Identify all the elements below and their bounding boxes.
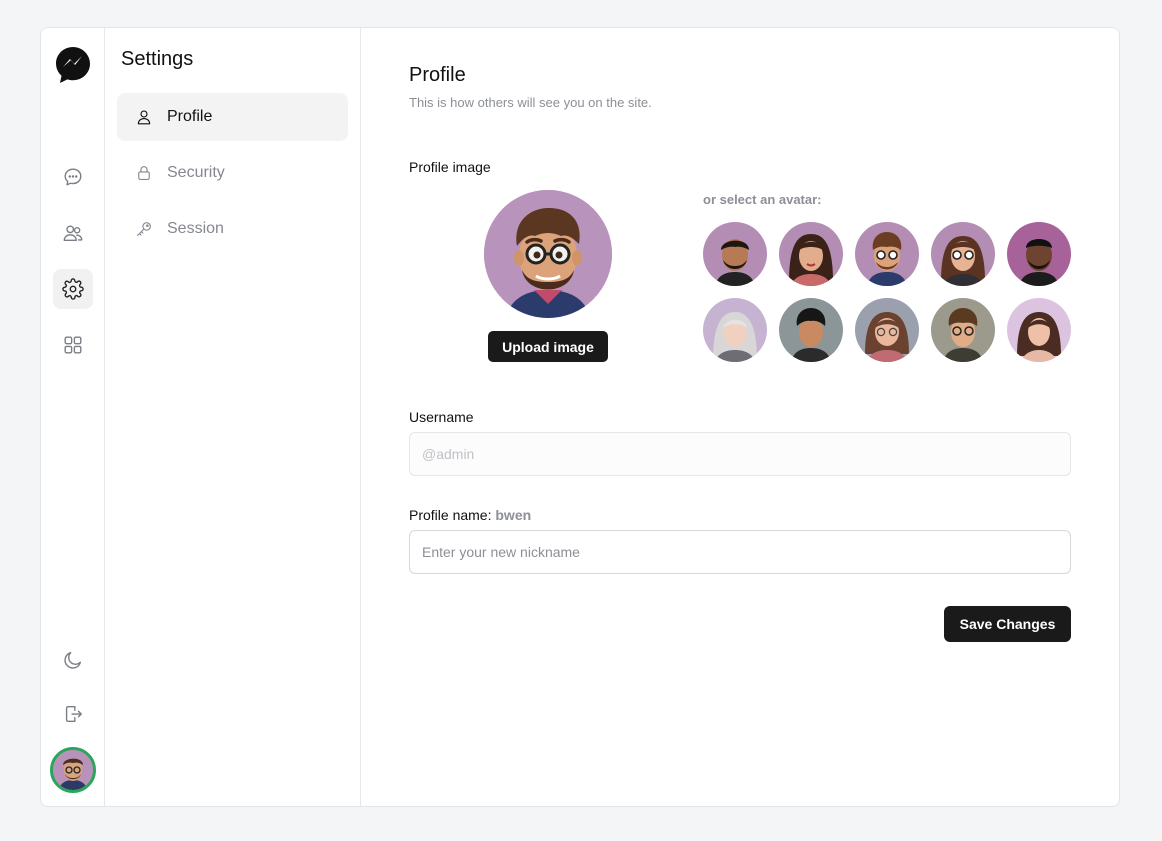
avatar-option-10[interactable] [1007, 298, 1071, 362]
rail-apps-button[interactable] [53, 325, 93, 365]
logo-icon[interactable] [55, 46, 91, 84]
avatar-options [703, 222, 1071, 362]
profile-image-preview [484, 190, 612, 318]
rail-chat-button[interactable] [53, 157, 93, 197]
avatar-option-2[interactable] [779, 222, 843, 286]
nickname-input[interactable] [409, 530, 1071, 574]
avatar-option-9[interactable] [931, 298, 995, 362]
current-profile-name: bwen [495, 507, 532, 523]
username-label: Username [409, 409, 474, 425]
page-title: Profile [409, 64, 466, 86]
page-subtitle: This is how others will see you on the s… [409, 95, 652, 110]
avatar-option-5[interactable] [1007, 222, 1071, 286]
nav-item-label: Session [167, 220, 224, 237]
profile-name-label-text: Profile name: [409, 507, 492, 523]
gear-icon [62, 278, 84, 300]
app-window: Settings Profile Security Session Profil… [40, 27, 1120, 807]
avatar-option-1[interactable] [703, 222, 767, 286]
avatar-option-4[interactable] [931, 222, 995, 286]
avatar-option-6[interactable] [703, 298, 767, 362]
lock-icon [138, 166, 150, 180]
moon-icon [64, 651, 82, 669]
avatar-option-7[interactable] [779, 298, 843, 362]
theme-toggle-button[interactable] [53, 640, 93, 680]
nav-item-session[interactable]: Session [117, 205, 348, 253]
username-input[interactable] [409, 432, 1071, 476]
nav-item-label: Security [167, 164, 225, 181]
apps-grid-icon [64, 336, 82, 354]
settings-sidebar: Settings Profile Security Session [105, 28, 361, 806]
profile-name-label: Profile name: bwen [409, 507, 531, 523]
avatar-option-3[interactable] [855, 222, 919, 286]
users-icon [63, 225, 83, 242]
user-icon [137, 110, 151, 125]
nav-item-profile[interactable]: Profile [117, 93, 348, 141]
upload-image-button[interactable]: Upload image [488, 331, 608, 362]
nav-item-security[interactable]: Security [117, 149, 348, 197]
profile-panel: Profile This is how others will see you … [361, 28, 1119, 806]
icon-rail [41, 28, 105, 806]
avatar-select-hint: or select an avatar: [703, 192, 822, 207]
avatar-illustration [484, 190, 612, 318]
nav-item-label: Profile [167, 108, 213, 125]
chat-icon [64, 168, 82, 186]
key-icon [137, 222, 151, 236]
avatar-option-8[interactable] [855, 298, 919, 362]
avatar-illustration [53, 750, 93, 790]
settings-title: Settings [121, 48, 194, 70]
save-changes-button[interactable]: Save Changes [944, 606, 1071, 642]
logout-button[interactable] [53, 694, 93, 734]
profile-image-label: Profile image [409, 159, 491, 175]
rail-users-button[interactable] [53, 213, 93, 253]
logout-icon [65, 705, 82, 723]
rail-settings-button[interactable] [53, 269, 93, 309]
current-user-avatar[interactable] [50, 747, 96, 793]
